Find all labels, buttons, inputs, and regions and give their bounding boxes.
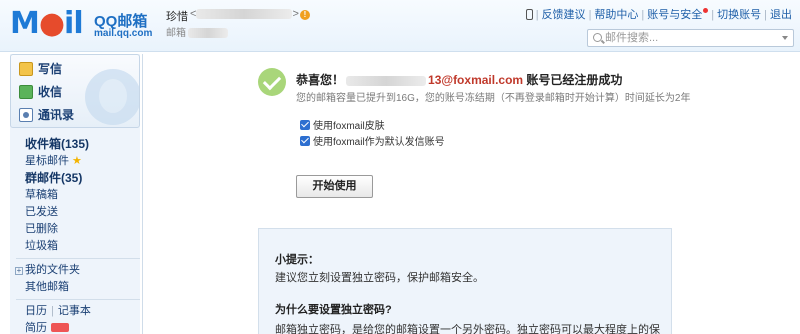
inbox-download-icon	[19, 85, 33, 99]
contacts-button[interactable]: 通讯录	[19, 105, 74, 125]
tips-recommendation: 建议您立刻设置独立密码，保护邮箱安全。	[275, 272, 484, 284]
folder-sent[interactable]: 已发送	[10, 204, 140, 221]
top-header: M●il QQ邮箱 mail.qq.com 珍惜 < > ! 邮箱 | 反馈建议 | 帮…	[0, 0, 800, 52]
start-using-button[interactable]: 开始使用	[296, 175, 373, 198]
folder-inbox[interactable]: 收件箱(135)	[10, 136, 140, 153]
success-check-icon	[258, 68, 286, 96]
link-account-security[interactable]: 账号与安全	[647, 9, 702, 21]
tips-answer: 邮箱独立密码，是给您的邮箱设置一个另外密码。独立密码可以最大程度上的保	[275, 324, 660, 334]
logo-url: mail.qq.com	[94, 28, 153, 39]
logo-wordmark: M●il	[10, 6, 84, 41]
tips-question: 为什么要设置独立密码?	[275, 304, 392, 316]
user-sub-line: 邮箱	[166, 24, 228, 39]
qq-penguin-watermark-icon	[85, 69, 139, 125]
phone-icon[interactable]	[525, 9, 533, 20]
folder-drafts[interactable]: 草稿箱	[10, 187, 140, 204]
link-switch-account[interactable]: 切换账号	[717, 9, 761, 21]
checkbox-checked[interactable]	[300, 136, 310, 146]
checkbox-checked[interactable]	[300, 120, 310, 130]
option-foxmail-skin[interactable]: 使用foxmail皮肤	[300, 120, 385, 134]
pencil-icon	[19, 62, 33, 76]
success-headline: 恭喜您！ 13@foxmail.com 账号已经注册成功	[296, 73, 623, 87]
search-icon	[593, 33, 602, 42]
new-badge	[51, 323, 69, 332]
warning-icon[interactable]: !	[300, 10, 310, 20]
notification-dot	[703, 8, 709, 13]
top-links: | 反馈建议 | 帮助中心 | 账号与安全 | 切换账号 | 退出	[525, 6, 792, 22]
folder-starred[interactable]: 星标邮件 ★	[10, 153, 140, 170]
search-input[interactable]	[605, 31, 775, 45]
link-feedback[interactable]: 反馈建议	[542, 9, 586, 21]
divider	[16, 299, 140, 300]
notebook-link[interactable]: 记事本	[58, 305, 91, 317]
main-divider	[142, 54, 143, 334]
other-mailbox[interactable]: 其他邮箱	[10, 279, 140, 296]
calendar-notebook-row: 日历 | 记事本	[25, 305, 91, 317]
contacts-icon	[19, 108, 33, 122]
my-folders-toggle[interactable]: + 我的文件夹	[10, 262, 140, 279]
sidebar: 写信 收信 通讯录 收件箱(135) 星标邮件 ★ 群邮件(35) 草稿箱 已发送…	[10, 54, 140, 334]
resume-row[interactable]: 简历	[10, 320, 140, 334]
receive-button[interactable]: 收信	[19, 82, 62, 102]
command-box: 写信 收信 通讯录	[10, 54, 140, 128]
folder-spam[interactable]: 垃圾箱	[10, 238, 140, 255]
star-icon: ★	[72, 155, 82, 167]
compose-button[interactable]: 写信	[19, 59, 62, 79]
expand-icon: +	[15, 266, 23, 275]
folder-deleted[interactable]: 已删除	[10, 221, 140, 238]
blurred-username	[346, 75, 427, 86]
folder-group-mail[interactable]: 群邮件(35)	[10, 170, 140, 187]
mail-search	[587, 29, 794, 47]
tips-title: 小提示：	[275, 254, 319, 266]
link-logout[interactable]: 退出	[770, 9, 792, 21]
link-help[interactable]: 帮助中心	[594, 9, 638, 21]
user-address: < >	[190, 8, 299, 20]
chevron-down-icon[interactable]	[782, 36, 788, 40]
qq-mail-logo[interactable]: M●il QQ邮箱 mail.qq.com	[10, 6, 160, 42]
calendar-link[interactable]: 日历	[25, 305, 47, 317]
option-default-sender[interactable]: 使用foxmail作为默认发信账号	[300, 136, 445, 150]
user-name: 珍惜	[166, 11, 188, 23]
success-subline: 您的邮箱容量已提升到16G，您的账号冻结期（不再登录邮箱时开始计算）时间延长为2…	[296, 93, 691, 104]
tips-panel: 小提示： 建议您立刻设置独立密码，保护邮箱安全。 为什么要设置独立密码? 邮箱独…	[258, 228, 672, 334]
folder-list: 收件箱(135) 星标邮件 ★ 群邮件(35) 草稿箱 已发送 已删除 垃圾箱 +…	[10, 136, 140, 334]
divider	[16, 258, 140, 259]
